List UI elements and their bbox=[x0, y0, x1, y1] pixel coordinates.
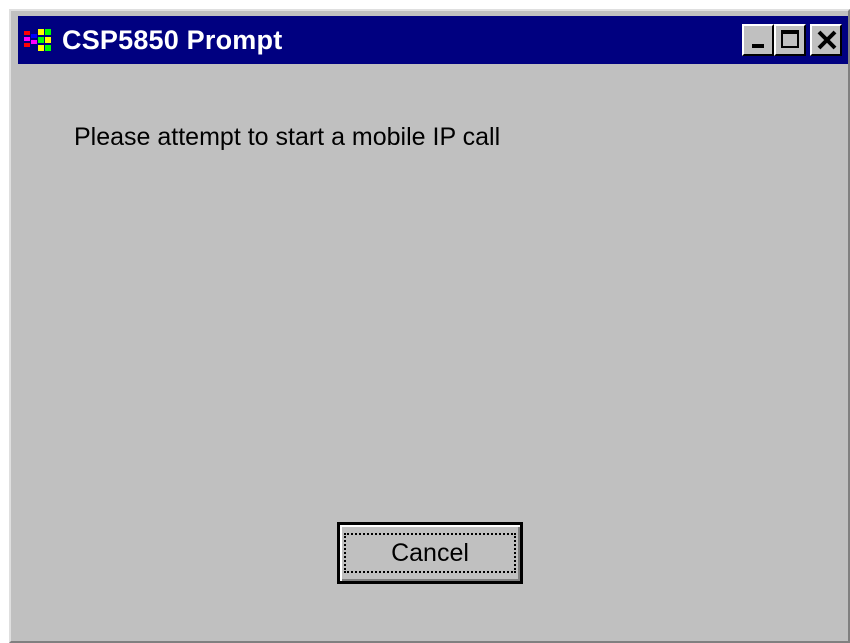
close-button[interactable] bbox=[810, 24, 842, 56]
maximize-icon bbox=[781, 30, 799, 48]
cancel-button[interactable]: Cancel bbox=[337, 522, 523, 584]
prompt-message: Please attempt to start a mobile IP call bbox=[74, 123, 501, 151]
window-controls bbox=[742, 24, 842, 56]
cancel-button-label: Cancel bbox=[391, 538, 469, 567]
close-icon bbox=[817, 30, 837, 50]
maximize-button[interactable] bbox=[774, 24, 806, 56]
prompt-window: CSP5850 Prompt Please attempt to start a… bbox=[9, 9, 850, 643]
window-title: CSP5850 Prompt bbox=[62, 24, 283, 55]
title-bar[interactable]: CSP5850 Prompt bbox=[18, 16, 848, 64]
minimize-icon bbox=[752, 44, 764, 48]
application-icon[interactable] bbox=[24, 25, 54, 55]
focus-rectangle: Cancel bbox=[344, 533, 516, 573]
minimize-button[interactable] bbox=[742, 24, 774, 56]
